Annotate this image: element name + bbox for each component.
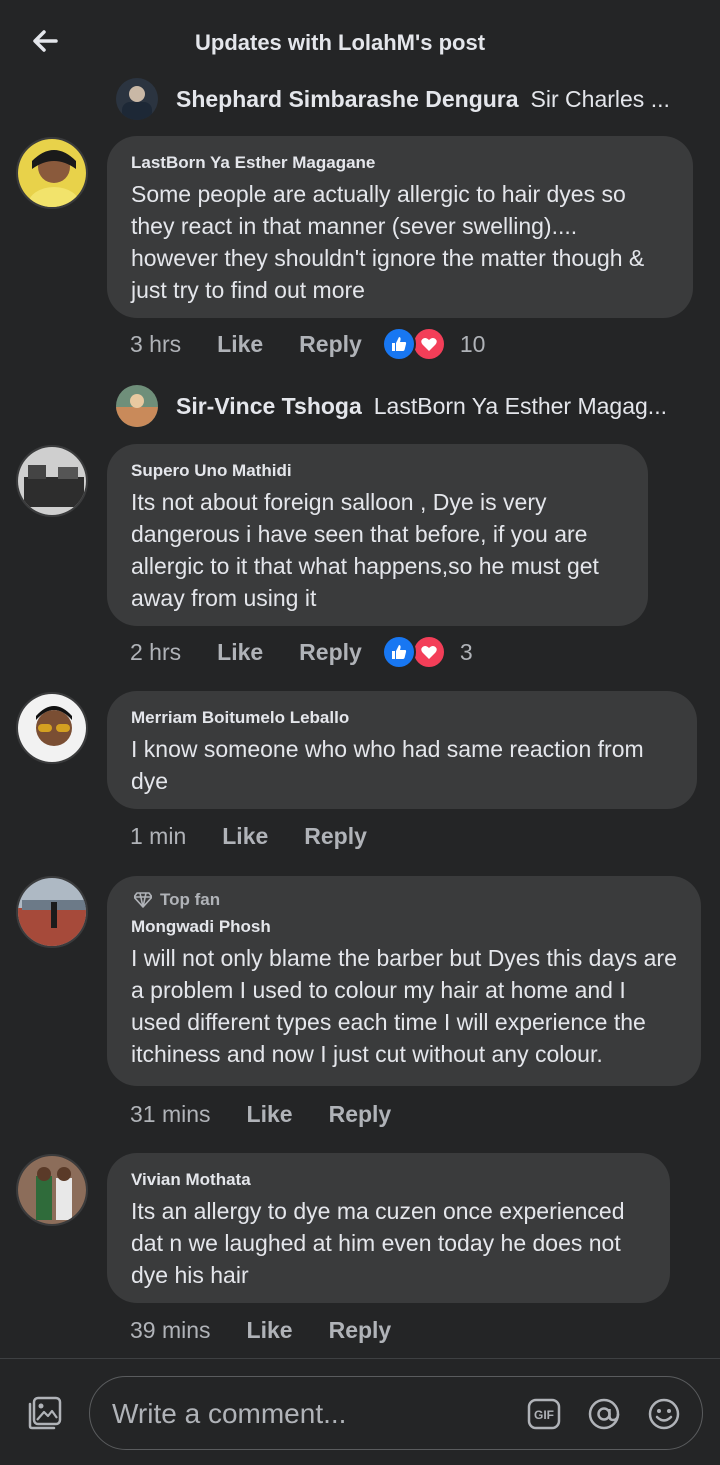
- comment-input[interactable]: [110, 1393, 494, 1435]
- avatar[interactable]: [16, 1154, 88, 1226]
- like-button[interactable]: Like: [222, 823, 268, 850]
- gif-icon[interactable]: GIF: [527, 1397, 561, 1431]
- reaction-count: 3: [459, 638, 473, 665]
- reply-author[interactable]: Shephard Simbarashe Dengura: [176, 86, 519, 113]
- top-fan-badge: Top fan: [134, 890, 677, 910]
- reply-button[interactable]: Reply: [299, 331, 362, 358]
- comment-actions: 1 min Like Reply: [130, 821, 387, 851]
- page-title: Updates with LolahM's post: [195, 30, 486, 55]
- mention-icon[interactable]: [587, 1397, 621, 1431]
- like-button[interactable]: Like: [217, 331, 263, 358]
- reply-snippet: LastBorn Ya Esther Magag...: [373, 392, 667, 419]
- like-button[interactable]: Like: [217, 639, 263, 666]
- comment-bubble[interactable]: LastBorn Ya Esther Magagane Some people …: [107, 136, 693, 318]
- reply-button[interactable]: Reply: [299, 639, 362, 666]
- avatar: [116, 385, 158, 427]
- comment-actions: 3 hrs Like Reply 10: [130, 327, 486, 361]
- reply-preview[interactable]: Shephard Simbarashe Dengura Sir Charles …: [116, 78, 670, 120]
- reply-snippet: Sir Charles ...: [530, 85, 670, 112]
- svg-text:GIF: GIF: [534, 1408, 554, 1422]
- reply-button[interactable]: Reply: [304, 823, 367, 850]
- comment-author[interactable]: Supero Uno Mathidi: [131, 460, 624, 482]
- love-reaction-icon: [411, 635, 446, 669]
- reply-button[interactable]: Reply: [329, 1101, 392, 1128]
- reactions-summary[interactable]: 10: [381, 327, 486, 361]
- comment-text: I know someone who who had same reaction…: [131, 736, 644, 794]
- emoji-icon[interactable]: [647, 1397, 681, 1431]
- like-reaction-icon: [381, 327, 416, 361]
- comment-time: 1 min: [130, 822, 187, 849]
- comment-field[interactable]: GIF: [89, 1376, 703, 1450]
- top-bar: Updates with LolahM's post: [0, 0, 720, 88]
- reply-author[interactable]: Sir-Vince Tshoga: [176, 393, 362, 420]
- reply-button[interactable]: Reply: [329, 1317, 392, 1344]
- reactions-summary[interactable]: 3: [381, 635, 473, 669]
- comment-time: 3 hrs: [130, 330, 182, 357]
- comment-author[interactable]: Vivian Mothata: [131, 1169, 646, 1191]
- like-reaction-icon: [381, 635, 416, 669]
- comment-actions: 2 hrs Like Reply 3: [130, 635, 473, 669]
- comment-time: 2 hrs: [130, 638, 182, 665]
- reaction-count: 10: [459, 330, 486, 357]
- top-fan-label: Top fan: [160, 890, 221, 909]
- comment-time: 31 mins: [130, 1100, 211, 1127]
- diamond-icon: [134, 892, 152, 908]
- comment-author[interactable]: Mongwadi Phosh: [131, 916, 677, 938]
- love-reaction-icon: [411, 327, 446, 361]
- avatar[interactable]: [16, 137, 88, 209]
- avatar[interactable]: [16, 876, 88, 948]
- comment-bubble[interactable]: Top fan Mongwadi Phosh I will not only b…: [107, 876, 701, 1086]
- avatar: [116, 78, 158, 120]
- comment-bubble[interactable]: Merriam Boitumelo Leballo I know someone…: [107, 691, 697, 809]
- like-button[interactable]: Like: [247, 1317, 293, 1344]
- reply-preview[interactable]: Sir-Vince Tshoga LastBorn Ya Esther Maga…: [116, 385, 667, 427]
- comment-bubble[interactable]: Vivian Mothata Its an allergy to dye ma …: [107, 1153, 670, 1303]
- photo-icon[interactable]: [26, 1394, 64, 1432]
- like-button[interactable]: Like: [247, 1101, 293, 1128]
- comment-text: Some people are actually allergic to hai…: [131, 181, 645, 303]
- comment-text: Its not about foreign salloon , Dye is v…: [131, 489, 599, 611]
- comment-actions: 31 mins Like Reply: [130, 1099, 411, 1129]
- comment-text: Its an allergy to dye ma cuzen once expe…: [131, 1198, 625, 1288]
- comment-composer: GIF: [0, 1359, 720, 1465]
- avatar[interactable]: [16, 445, 88, 517]
- comment-text: I will not only blame the barber but Dye…: [131, 945, 677, 1067]
- avatar[interactable]: [16, 692, 88, 764]
- comment-author[interactable]: Merriam Boitumelo Leballo: [131, 707, 673, 729]
- comment-time: 39 mins: [130, 1316, 211, 1343]
- comment-author[interactable]: LastBorn Ya Esther Magagane: [131, 152, 669, 174]
- comment-bubble[interactable]: Supero Uno Mathidi Its not about foreign…: [107, 444, 648, 626]
- comment-actions: 39 mins Like Reply: [130, 1315, 411, 1345]
- back-arrow-icon[interactable]: [28, 24, 62, 58]
